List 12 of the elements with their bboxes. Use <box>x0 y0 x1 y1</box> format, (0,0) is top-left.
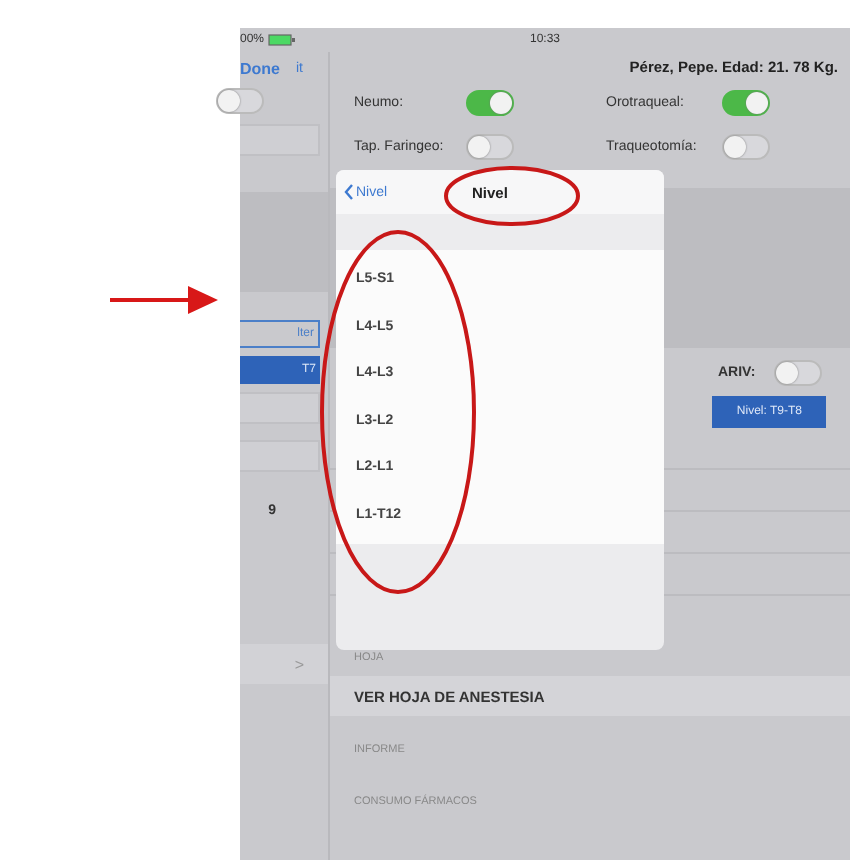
toggle-switch[interactable] <box>722 133 770 159</box>
annotation-arrow <box>108 284 220 316</box>
input-field[interactable] <box>240 440 320 472</box>
toggle-switch[interactable] <box>216 87 264 113</box>
battery-icon <box>268 34 297 46</box>
chevron-left-icon <box>344 184 354 200</box>
input-field[interactable] <box>240 392 320 424</box>
toggle-switch[interactable] <box>722 89 770 115</box>
toggle-switch[interactable] <box>466 133 514 159</box>
toggle-switch[interactable] <box>774 359 822 385</box>
toggle-switch[interactable] <box>466 89 514 115</box>
input-field[interactable] <box>240 124 320 156</box>
